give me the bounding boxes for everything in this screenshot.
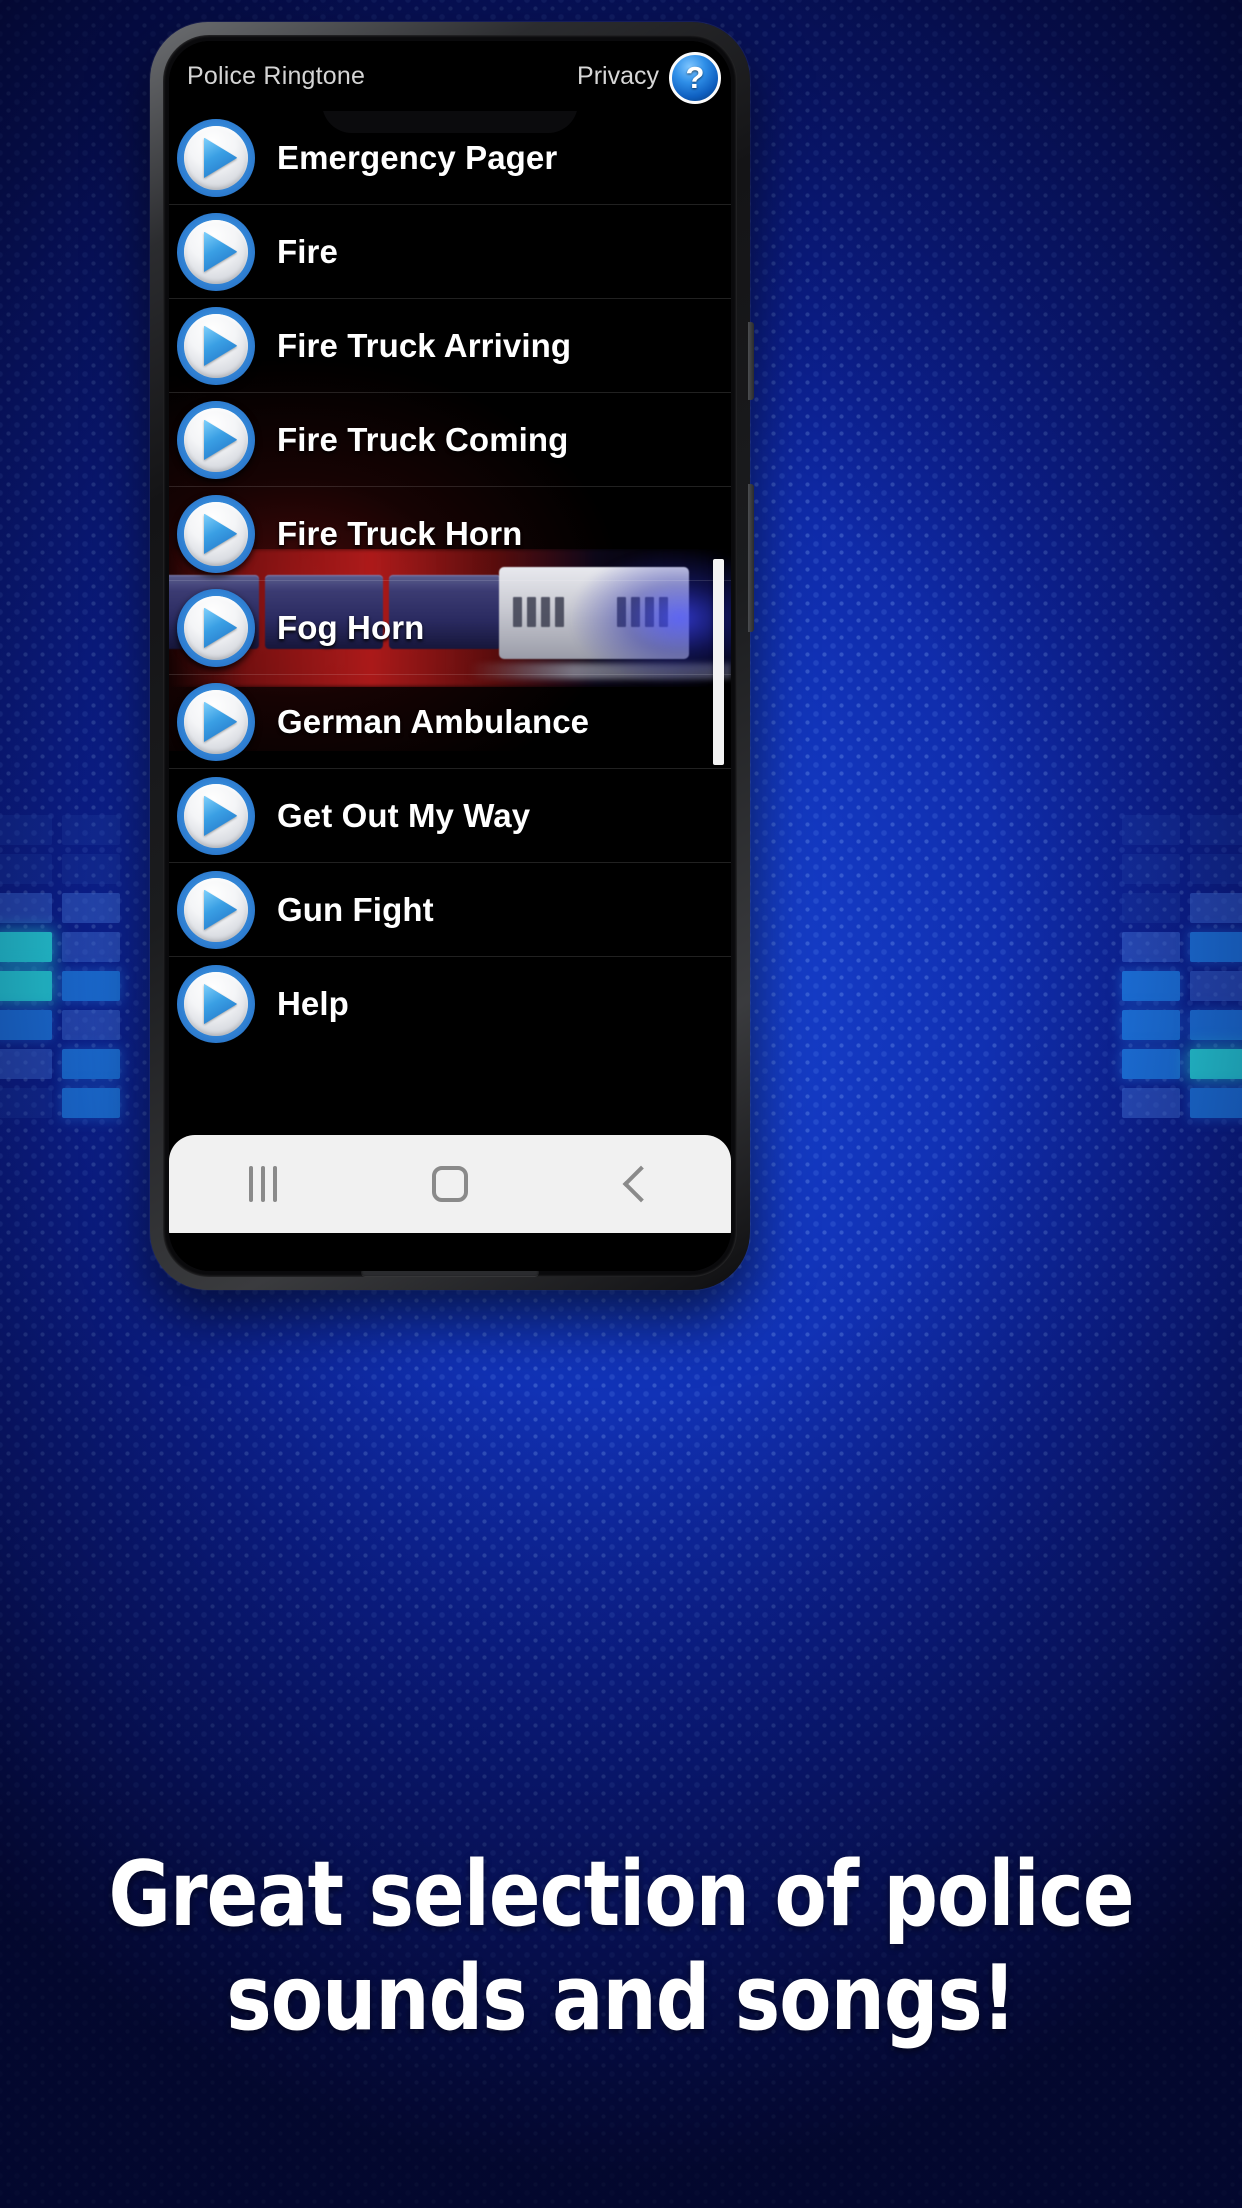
list-item[interactable]: Help — [169, 957, 731, 1051]
play-icon[interactable] — [177, 965, 255, 1043]
play-icon[interactable] — [177, 682, 255, 761]
list-item-label: Fire Truck Horn — [277, 514, 523, 552]
phone-mockup: Police Ringtone Privacy ? Emergency Page… — [150, 22, 754, 1290]
phone-side-button-volume[interactable] — [748, 322, 754, 400]
promo-tagline-line2: sounds and songs! — [226, 1946, 1016, 2051]
list-item-label: Fire Truck Arriving — [277, 326, 572, 364]
home-icon[interactable] — [395, 1135, 505, 1233]
list-item[interactable]: German Ambulance — [169, 675, 731, 769]
phone-side-button-power[interactable] — [748, 484, 754, 632]
list-item[interactable]: Get Out My Way — [169, 769, 731, 863]
ringtone-list[interactable]: Emergency Pager Fire Fire Truck Arriving… — [169, 111, 731, 1131]
play-icon[interactable] — [177, 212, 255, 291]
play-icon[interactable] — [177, 306, 255, 385]
list-item-label: Gun Fight — [277, 890, 434, 928]
phone-screen: Police Ringtone Privacy ? Emergency Page… — [169, 41, 731, 1271]
phone-bezel: Police Ringtone Privacy ? Emergency Page… — [163, 35, 737, 1277]
android-navigation-bar — [169, 1135, 731, 1233]
list-item-label: Fog Horn — [277, 608, 425, 646]
list-item[interactable]: Fire Truck Arriving — [169, 299, 731, 393]
list-item[interactable]: Fire Truck Coming — [169, 393, 731, 487]
list-scrollbar[interactable] — [713, 559, 724, 765]
app-title: Police Ringtone — [187, 61, 366, 90]
list-item[interactable]: Fog Horn — [169, 581, 731, 675]
list-item-label: German Ambulance — [277, 702, 590, 740]
list-item[interactable]: Gun Fight — [169, 863, 731, 957]
play-icon[interactable] — [177, 400, 255, 479]
play-icon[interactable] — [177, 870, 255, 949]
back-icon[interactable] — [582, 1135, 692, 1233]
list-item-label: Get Out My Way — [277, 796, 531, 834]
recents-icon[interactable] — [208, 1135, 318, 1233]
help-question-icon[interactable]: ? — [669, 52, 721, 104]
promo-tagline: Great selection of police sounds and son… — [37, 1850, 1204, 2044]
header-actions: Privacy ? — [577, 48, 721, 104]
list-item-label: Fire — [277, 232, 338, 270]
list-item-label: Emergency Pager — [277, 138, 558, 176]
list-item[interactable]: Fire Truck Horn — [169, 487, 731, 581]
list-item-label: Fire Truck Coming — [277, 420, 569, 458]
play-icon[interactable] — [177, 118, 255, 197]
play-icon[interactable] — [177, 776, 255, 855]
list-item[interactable]: Fire — [169, 205, 731, 299]
list-item-label: Help — [277, 985, 349, 1022]
app-header: Police Ringtone Privacy ? — [169, 41, 731, 111]
play-icon[interactable] — [177, 494, 255, 573]
promo-tagline-line1: Great selection of police — [108, 1842, 1134, 1947]
privacy-link[interactable]: Privacy — [577, 62, 659, 91]
play-icon[interactable] — [177, 588, 255, 667]
nav-bar-underlay — [169, 1233, 731, 1271]
